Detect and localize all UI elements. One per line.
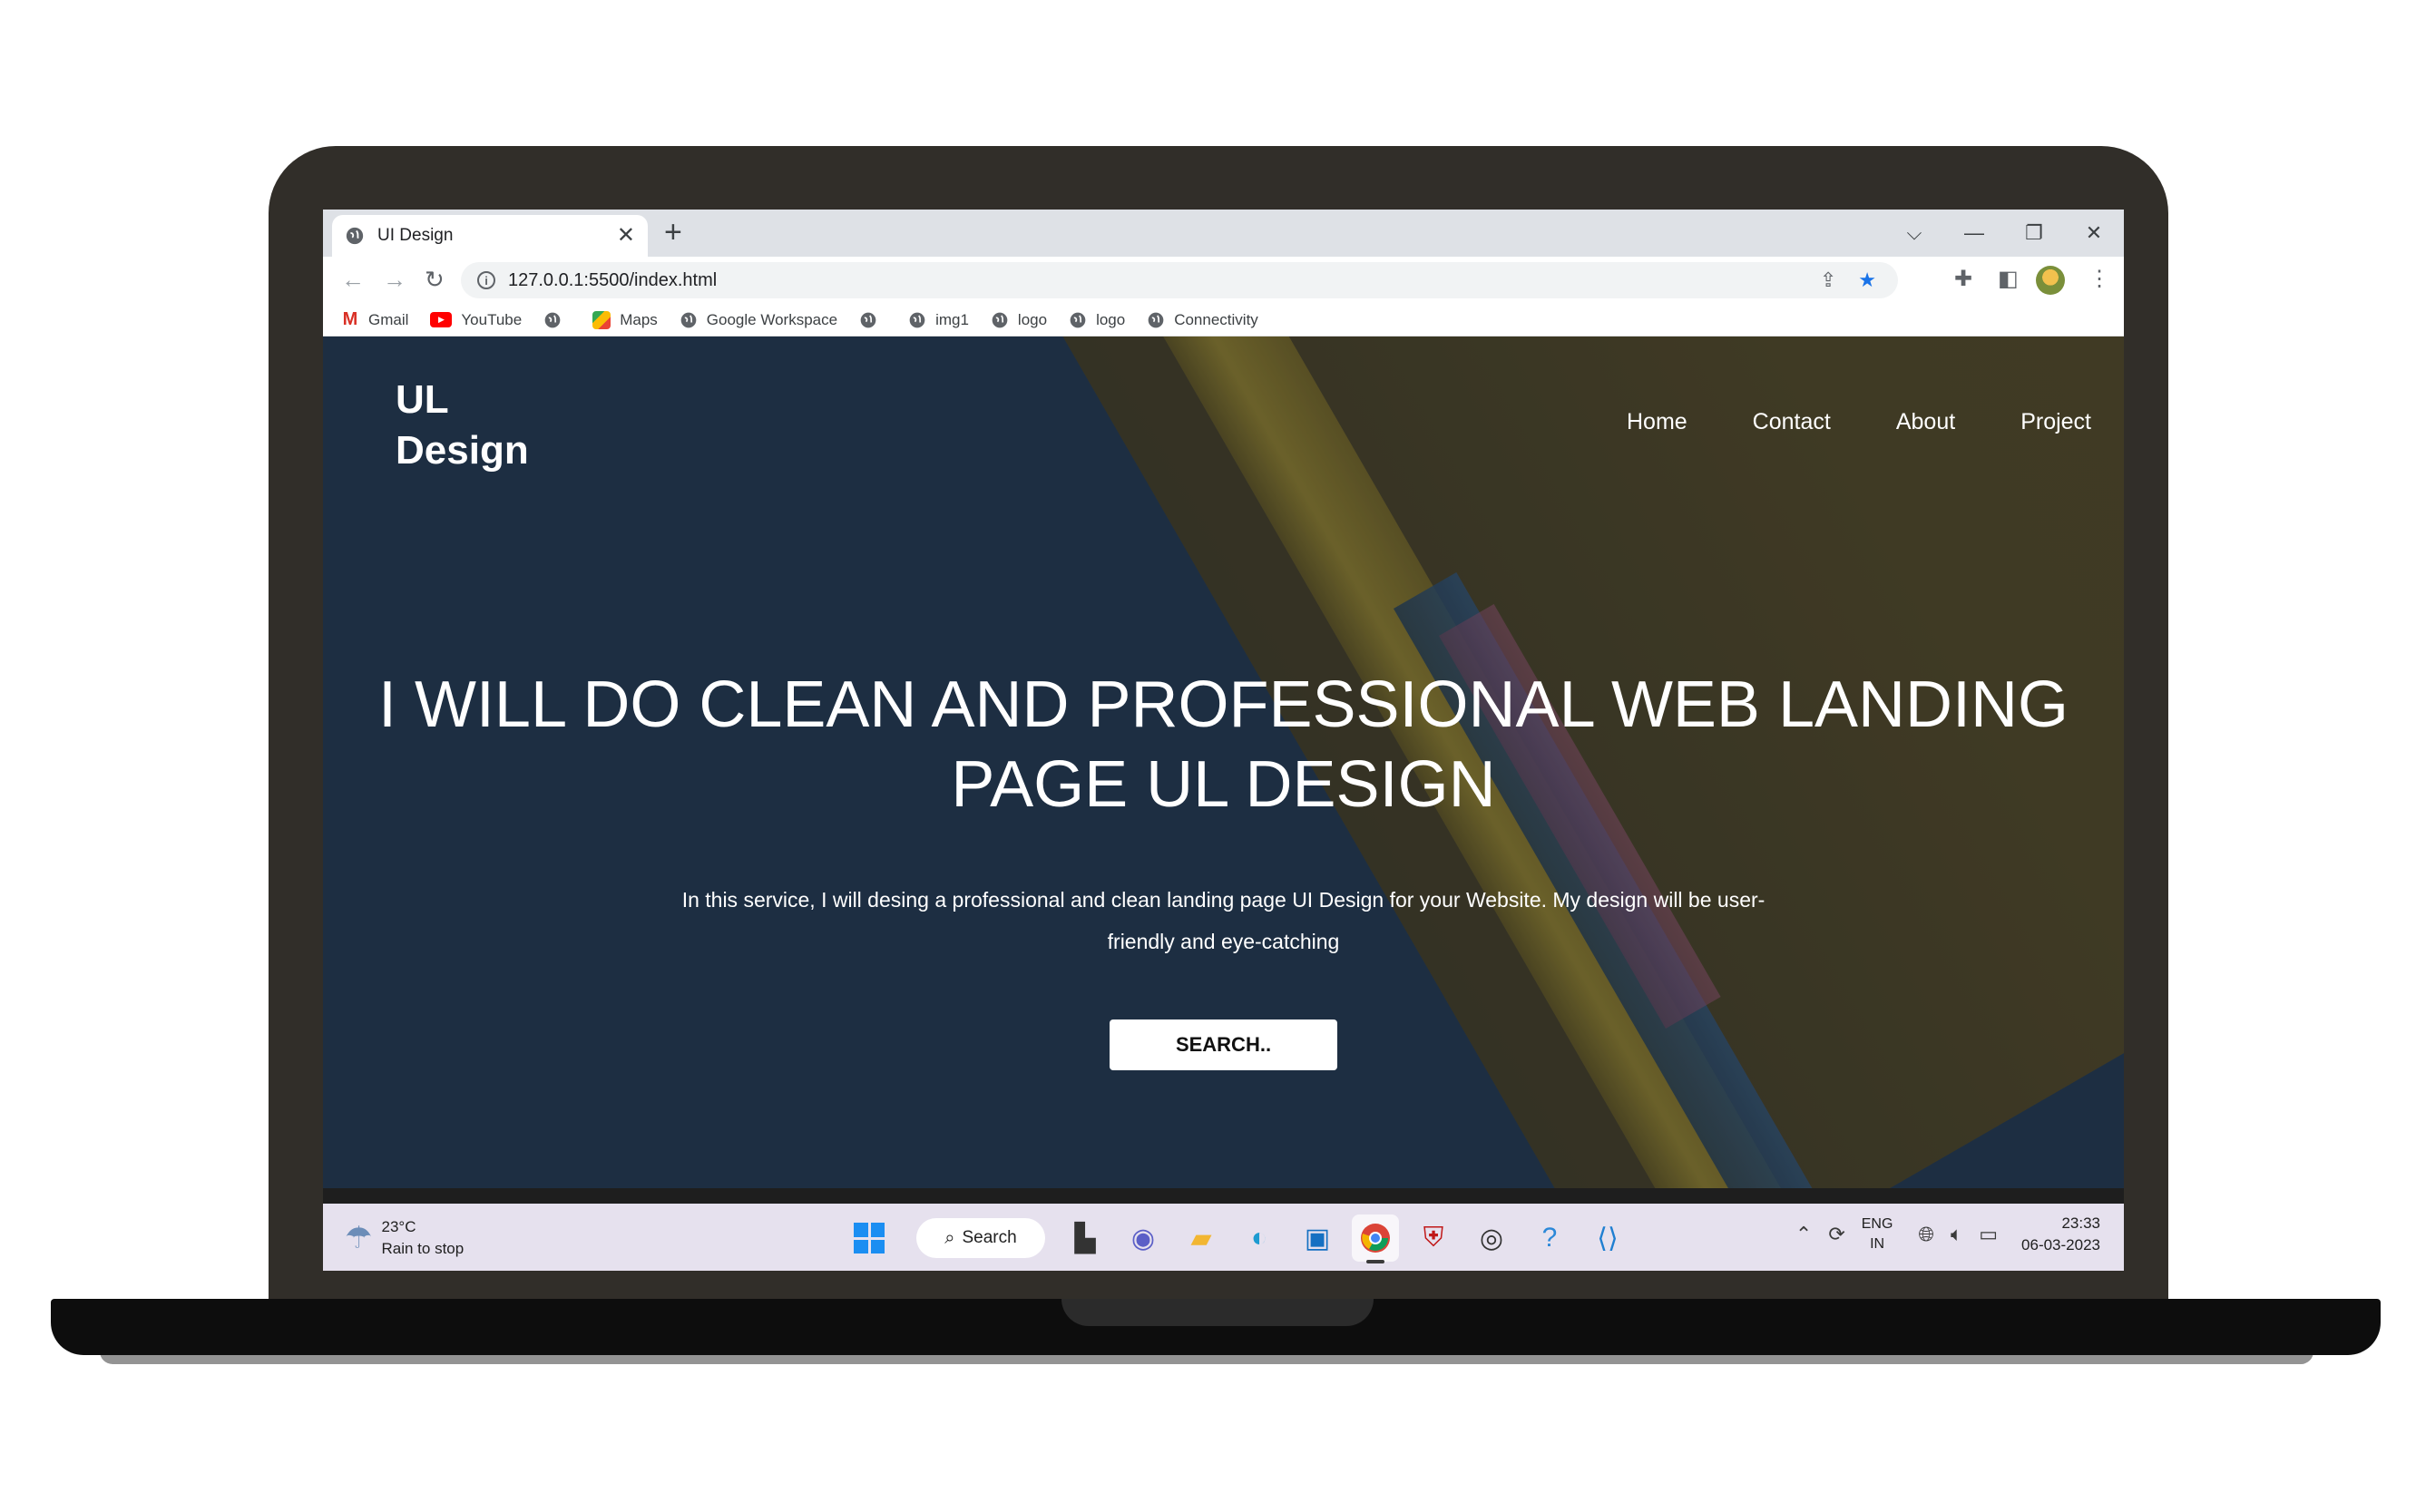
microsoft-store-icon[interactable]: ▣ <box>1294 1214 1341 1262</box>
file-explorer-icon[interactable]: ▰ <box>1178 1214 1225 1262</box>
globe-icon <box>909 312 925 327</box>
taskbar-apps: ⌕ Search ▙ ◉ ▰ ◐ ▣ ⛨ ◎ ? ⟨⟩ <box>846 1214 1642 1263</box>
vscode-icon[interactable]: ⟨⟩ <box>1584 1214 1631 1262</box>
browser-tab-strip: UI Design ✕ + ⌵ — ❐ ✕ <box>323 210 2124 257</box>
minimize-button[interactable]: — <box>1944 221 2004 245</box>
globe-icon <box>1148 312 1164 327</box>
youtube-icon: ▶ <box>430 312 453 327</box>
battery-icon[interactable]: ▭ <box>1979 1223 1998 1246</box>
bookmark-label: logo <box>1017 310 1048 328</box>
language-code: ENG <box>1861 1216 1893 1232</box>
main-nav: Home Contact About Project <box>1561 409 2091 435</box>
taskbar-search-label: Search <box>962 1228 1017 1247</box>
weather-condition: Rain to stop <box>381 1240 465 1257</box>
tab-search-dropdown-icon[interactable]: ⌵ <box>1884 221 1944 245</box>
reload-icon[interactable]: ↻ <box>425 268 445 291</box>
bookmark-youtube[interactable]: ▶ YouTube <box>430 311 522 329</box>
site-info-icon[interactable]: i <box>477 271 495 289</box>
forward-arrow-icon[interactable]: → <box>383 268 406 291</box>
weather-temperature: 23°C <box>381 1218 416 1235</box>
bookmark-label: Gmail <box>368 310 409 328</box>
browser-toolbar: ← → ↻ i 127.0.0.1:5500/index.html ⇪ ★ ✚ … <box>323 257 2124 304</box>
bookmark-star-icon[interactable]: ★ <box>1858 268 1876 292</box>
bookmark-label: YouTube <box>461 310 523 328</box>
obs-studio-icon[interactable]: ◎ <box>1468 1214 1515 1262</box>
chrome-browser-icon[interactable] <box>1352 1214 1399 1263</box>
menu-kebab-icon[interactable]: ⋮ <box>2088 268 2110 290</box>
laptop-screen: UI Design ✕ + ⌵ — ❐ ✕ ← → ↻ i 127.0.0.1:… <box>323 210 2124 1271</box>
clock-time: 23:33 <box>2061 1214 2100 1232</box>
bookmark-logo[interactable]: logo <box>1069 311 1125 329</box>
profile-avatar[interactable] <box>2036 266 2065 295</box>
start-button[interactable] <box>846 1214 893 1262</box>
bookmark-google-workspace[interactable]: Google Workspace <box>680 311 837 329</box>
network-globe-icon[interactable]: 🌐︎ <box>1918 1223 1934 1246</box>
sync-icon[interactable]: ⟳ <box>1828 1223 1844 1246</box>
bookmark-label: img1 <box>935 310 969 328</box>
tab-close-icon[interactable]: ✕ <box>617 225 635 247</box>
mcafee-shield-icon[interactable]: ⛨ <box>1410 1214 1457 1262</box>
clock-date: 06-03-2023 <box>2021 1236 2100 1253</box>
bookmark-connectivity[interactable]: Connectivity <box>1147 311 1258 329</box>
nav-link-home[interactable]: Home <box>1627 409 1687 435</box>
search-button[interactable]: SEARCH.. <box>1110 1019 1337 1070</box>
system-tray: ⌃ ⟳ ENG IN 🌐︎ 🔈︎ ▭ 23:33 06-03-2023 <box>1795 1213 2100 1256</box>
hero-subtext: In this service, I will desing a profess… <box>681 888 1766 953</box>
back-arrow-icon[interactable]: ← <box>341 268 365 291</box>
taskbar-search[interactable]: ⌕ Search <box>916 1218 1045 1258</box>
umbrella-rain-icon: ☂ <box>345 1221 373 1255</box>
weather-widget[interactable]: ☂ 23°C Rain to stop <box>345 1216 464 1260</box>
volume-icon[interactable]: 🔈︎ <box>1951 1223 1962 1246</box>
bookmark-img1[interactable]: img1 <box>908 311 969 329</box>
restore-button[interactable]: ❐ <box>2004 221 2064 245</box>
window-controls: ⌵ — ❐ ✕ <box>1884 210 2124 257</box>
hero-section: UL Design Home Contact About Project I W… <box>323 337 2124 1188</box>
bookmark-logo[interactable]: logo <box>991 311 1047 329</box>
gmail-icon: M <box>342 309 358 329</box>
bookmark-label: Connectivity <box>1174 310 1258 328</box>
nav-link-contact[interactable]: Contact <box>1753 409 1831 435</box>
bookmark-label: Google Workspace <box>706 310 838 328</box>
site-logo[interactable]: UL Design <box>396 375 577 476</box>
get-help-icon[interactable]: ? <box>1526 1214 1573 1262</box>
language-indicator[interactable]: ENG IN <box>1862 1214 1893 1254</box>
side-panel-icon[interactable]: ◧ <box>1998 268 2019 290</box>
windows-taskbar: ☂ 23°C Rain to stop ⌕ Search ▙ ◉ ▰ ◐ ▣ ⛨… <box>323 1204 2124 1271</box>
extensions-puzzle-icon[interactable]: ✚ <box>1954 268 1972 290</box>
maps-icon <box>592 310 611 329</box>
url-text[interactable]: 127.0.0.1:5500/index.html <box>508 270 1820 291</box>
nav-link-about[interactable]: About <box>1896 409 1955 435</box>
hero-headline: I WILL DO CLEAN AND PROFESSIONAL WEB LAN… <box>377 668 2069 821</box>
teams-chat-icon[interactable]: ◉ <box>1120 1214 1167 1262</box>
edge-browser-icon[interactable]: ◐ <box>1236 1214 1283 1262</box>
globe-icon <box>680 312 697 327</box>
bookmark-label: logo <box>1096 310 1126 328</box>
new-tab-button[interactable]: + <box>664 217 682 248</box>
globe-icon <box>992 312 1008 327</box>
bookmarks-bar: M Gmail ▶ YouTube Maps Google Workspace … <box>323 304 2124 337</box>
browser-tab[interactable]: UI Design ✕ <box>332 215 648 257</box>
task-view-icon[interactable]: ▙ <box>1061 1214 1109 1262</box>
chevron-up-icon[interactable]: ⌃ <box>1795 1223 1812 1246</box>
search-icon: ⌕ <box>944 1227 955 1248</box>
region-code: IN <box>1870 1236 1885 1252</box>
globe-icon <box>544 312 561 327</box>
bookmark-maps[interactable]: Maps <box>592 310 658 329</box>
chrome-logo-icon <box>1361 1224 1390 1253</box>
bookmark-gmail[interactable]: M Gmail <box>341 309 409 329</box>
bookmark-untitled[interactable] <box>859 311 886 329</box>
globe-icon <box>1070 312 1086 327</box>
windows-logo-icon <box>854 1223 885 1253</box>
tab-title: UI Design <box>377 226 454 245</box>
laptop-notch <box>1061 1299 1374 1326</box>
globe-icon <box>860 312 876 327</box>
bookmark-label: Maps <box>620 310 658 328</box>
globe-icon <box>346 227 364 245</box>
address-bar[interactable]: i 127.0.0.1:5500/index.html ⇪ ★ <box>461 262 1898 298</box>
close-window-button[interactable]: ✕ <box>2064 221 2124 245</box>
nav-link-project[interactable]: Project <box>2020 409 2091 435</box>
clock[interactable]: 23:33 06-03-2023 <box>2021 1213 2100 1256</box>
share-icon[interactable]: ⇪ <box>1820 268 1836 292</box>
bookmark-untitled[interactable] <box>543 311 571 329</box>
